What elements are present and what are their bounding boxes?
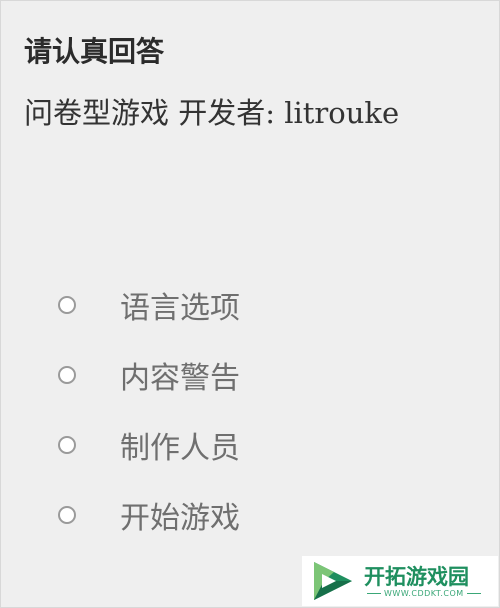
divider: [466, 592, 481, 594]
divider: [367, 592, 381, 594]
menu-item-label: 开始游戏: [120, 501, 240, 536]
watermark-name: 开拓游戏园: [364, 564, 469, 589]
radio-icon[interactable]: [58, 506, 76, 524]
watermark-domain-row: WWW.CDDKT.COM: [364, 589, 484, 598]
menu-item-label: 语言选项: [120, 291, 240, 326]
menu-item-credits[interactable]: 制作人员: [56, 410, 240, 480]
menu-item-content-warning[interactable]: 内容警告: [56, 340, 240, 410]
page-title: 请认真回答: [24, 35, 165, 68]
watermark-text: 开拓游戏园 WWW.CDDKT.COM: [364, 565, 484, 598]
radio-icon[interactable]: [58, 366, 76, 384]
play-logo-icon: [314, 562, 352, 600]
site-watermark: 开拓游戏园 WWW.CDDKT.COM: [302, 556, 498, 606]
main-menu: 语言选项 内容警告 制作人员 开始游戏: [56, 270, 240, 550]
menu-item-label: 制作人员: [120, 431, 240, 466]
menu-item-label: 内容警告: [120, 361, 240, 396]
page-subtitle: 问卷型游戏 开发者: litrouke: [24, 96, 400, 130]
menu-item-start-game[interactable]: 开始游戏: [56, 480, 240, 550]
radio-icon[interactable]: [58, 436, 76, 454]
watermark-domain: WWW.CDDKT.COM: [384, 588, 464, 598]
radio-icon[interactable]: [58, 296, 76, 314]
menu-item-language[interactable]: 语言选项: [56, 270, 240, 340]
